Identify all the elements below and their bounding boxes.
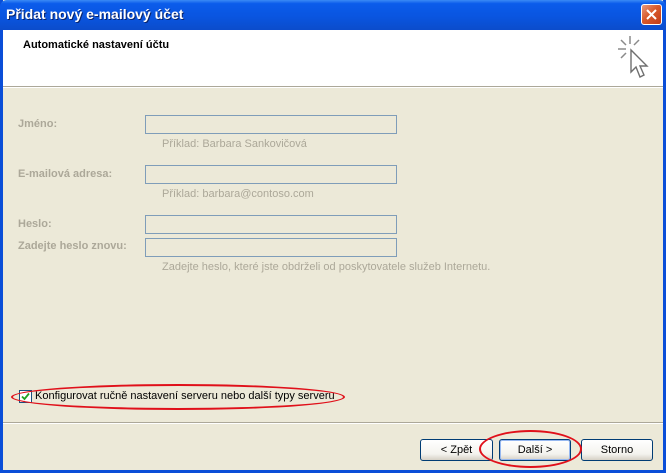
wizard-header: Automatické nastavení účtu [3,30,663,87]
dialog-window: Přidat nový e-mailový účet Automatické n… [0,0,666,473]
close-button[interactable] [641,4,662,25]
email-label: E-mailová adresa: [18,168,113,180]
page-title: Automatické nastavení účtu [23,39,170,51]
name-hint: Příklad: Barbara Sankovičová [162,138,307,150]
password-hint: Zadejte heslo, které jste obdrželi od po… [162,261,491,273]
password-label: Heslo: [18,218,52,230]
annotation-oval-next [479,430,582,468]
password-confirm-label: Zadejte heslo znovu: [18,240,127,252]
title-bar[interactable]: Přidat nový e-mailový účet [0,0,666,30]
window-title: Přidat nový e-mailový účet [6,6,184,22]
name-label: Jméno: [18,118,58,130]
wizard-cursor-icon [618,36,649,78]
password-confirm-input[interactable] [145,238,397,257]
footer-separator-highlight [3,423,663,424]
email-hint: Příklad: barbara@contoso.com [162,188,314,200]
email-input[interactable] [145,165,397,184]
close-icon [646,9,657,20]
name-input[interactable] [145,115,397,134]
header-separator [3,87,663,88]
cancel-button[interactable]: Storno [581,439,653,461]
annotation-oval-checkbox [11,384,345,410]
password-input[interactable] [145,215,397,234]
